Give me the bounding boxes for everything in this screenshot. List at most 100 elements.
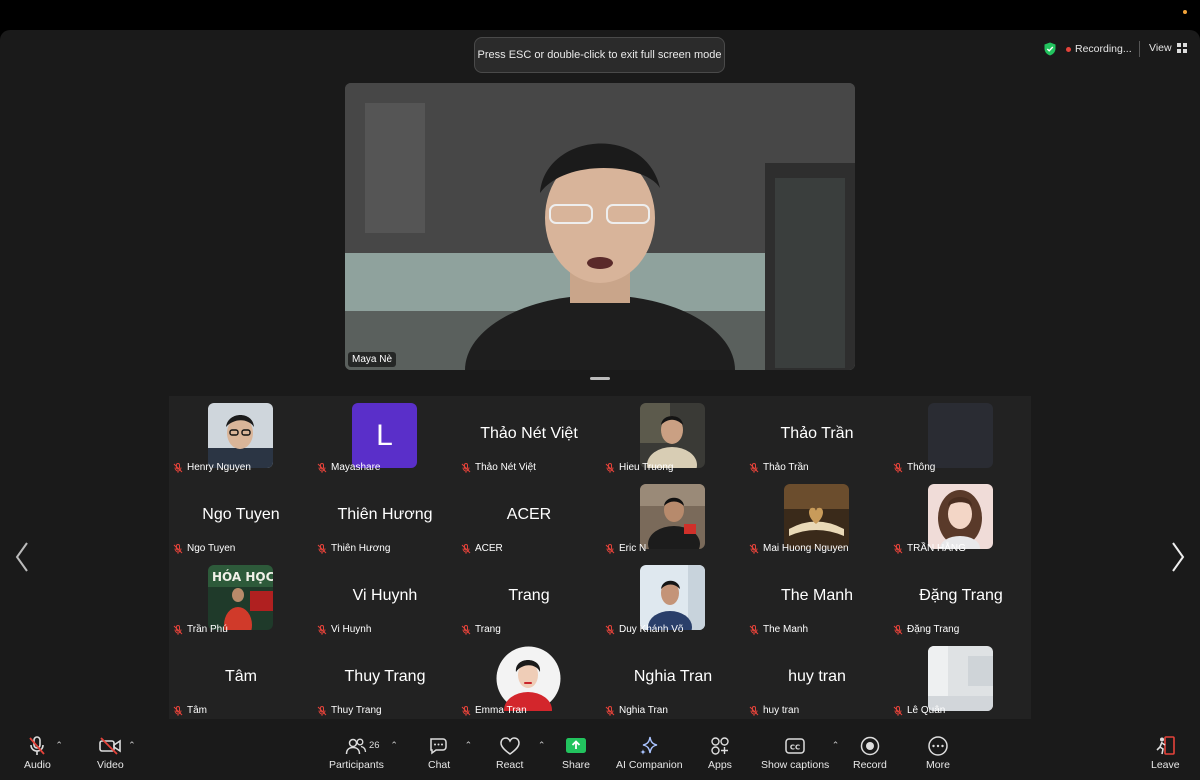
participant-label: Mai Huong Nguyen (763, 543, 849, 554)
resize-handle[interactable] (590, 377, 610, 380)
react-label: React (496, 759, 524, 771)
participant-tile[interactable]: Tâm Tâm (169, 639, 313, 720)
participant-tile[interactable]: huy tran huy tran (745, 639, 889, 720)
recording-dot-icon (1066, 46, 1071, 52)
participants-count: 26 (369, 740, 380, 751)
participants-options-caret-icon[interactable]: ⌃ (390, 740, 398, 751)
participant-photo: HÓA HỌC (208, 565, 273, 630)
speaker-name-tag: Maya Nè (348, 352, 397, 367)
meeting-toolbar: Audio ⌃ Video ⌃ 26 Participants ⌃ Chat ⌃ (0, 726, 1200, 780)
participant-tile[interactable]: HÓA HỌC Trần Phú (169, 558, 313, 639)
mic-muted-icon (461, 462, 471, 473)
participant-tile[interactable]: Ngo Tuyen Ngo Tuyen (169, 477, 313, 558)
video-options-caret-icon[interactable]: ⌃ (128, 740, 136, 751)
camera-indicator-dot (1183, 10, 1187, 14)
speaker-video-frame (345, 83, 855, 370)
chat-options-caret-icon[interactable]: ⌃ (465, 740, 473, 751)
participant-tile[interactable]: Emma Tran (457, 639, 601, 720)
participant-tile[interactable]: Henry Nguyen (169, 396, 313, 477)
react-button[interactable]: React ⌃ (496, 736, 545, 771)
participant-tile[interactable]: Vi Huynh Vi Huynh (313, 558, 457, 639)
record-button[interactable]: Record (853, 736, 887, 771)
participant-tile[interactable]: Nghia Tran Nghia Tran (601, 639, 745, 720)
ai-companion-label: AI Companion (616, 759, 683, 771)
participant-tile[interactable]: The Manh The Manh (745, 558, 889, 639)
participant-display-name: ACER (506, 506, 552, 523)
participant-display-name: Thảo Trần (780, 425, 854, 442)
participant-photo (784, 484, 849, 549)
more-button[interactable]: More (926, 736, 950, 771)
video-label: Video (97, 759, 124, 771)
participant-name-tag: Vi Huynh (317, 624, 371, 635)
participant-display-name: Tâm (225, 668, 257, 685)
apps-icon (711, 737, 729, 755)
audio-options-caret-icon[interactable]: ⌃ (55, 740, 63, 751)
participant-label: ACER (475, 543, 503, 554)
audio-button[interactable]: Audio ⌃ (24, 736, 63, 771)
participant-tile[interactable]: Lê Quân (889, 639, 1033, 720)
chat-button[interactable]: Chat ⌃ (428, 736, 472, 771)
participant-name-tag: Nghia Tran (605, 705, 668, 716)
participant-name-tag: Henry Nguyen (173, 462, 251, 473)
mic-muted-icon (605, 705, 615, 716)
participant-tile[interactable]: Thông (889, 396, 1033, 477)
mic-muted-icon (749, 462, 759, 473)
shield-check-icon[interactable] (1043, 42, 1057, 56)
apps-button[interactable]: Apps (708, 736, 732, 771)
participant-tile[interactable]: Eric N (601, 477, 745, 558)
participant-name-tag: Đặng Trang (893, 624, 959, 635)
participant-label: Đặng Trang (907, 624, 960, 635)
participant-name-tag: Duy Khánh Võ (605, 624, 684, 635)
participant-label: The Manh (763, 624, 809, 635)
participant-label: Trang (475, 624, 501, 635)
share-button[interactable]: Share (562, 736, 590, 771)
mic-muted-icon (317, 543, 327, 554)
mic-muted-icon (893, 705, 903, 716)
view-button[interactable]: View (1149, 42, 1187, 54)
react-options-caret-icon[interactable]: ⌃ (538, 740, 546, 751)
participant-tile[interactable]: Mai Huong Nguyen (745, 477, 889, 558)
participant-tile[interactable]: Thiên Hương Thiên Hương (313, 477, 457, 558)
participant-label: Trần Phú (187, 624, 228, 635)
show-captions-button[interactable]: CC Show captions ⌃ (761, 736, 839, 771)
participant-tile[interactable]: Thảo Trần Thảo Trần (745, 396, 889, 477)
recording-label: Recording... (1075, 43, 1132, 55)
audio-label: Audio (24, 759, 51, 771)
participant-tile[interactable]: Thuy Trang Thuy Trang (313, 639, 457, 720)
participant-tile[interactable]: L Mayashare (313, 396, 457, 477)
participant-tile[interactable]: Trang Trang (457, 558, 601, 639)
leave-button[interactable]: Leave (1151, 736, 1180, 771)
participant-grid: Henry Nguyen L Mayashare Thảo Nét Việt Thảo … (169, 396, 1031, 719)
recording-indicator[interactable]: Recording... (1066, 43, 1132, 55)
next-page-arrow-icon[interactable] (1168, 540, 1188, 574)
participant-name-tag: Thiên Hương (317, 543, 390, 554)
ai-companion-button[interactable]: AI Companion (616, 736, 683, 771)
chat-icon (430, 738, 447, 755)
mic-muted-icon (893, 624, 903, 635)
participant-label: Vi Huynh (331, 624, 372, 635)
participant-label: huy tran (763, 705, 800, 716)
participant-display-name: Vi Huynh (352, 587, 418, 604)
participant-name-tag: Mai Huong Nguyen (749, 543, 849, 554)
menu-bar-strip (0, 0, 1200, 30)
video-button[interactable]: Video ⌃ (97, 736, 136, 771)
participant-display-name: Thảo Nét Việt (480, 425, 578, 442)
active-speaker-video[interactable]: Maya Nè (345, 83, 855, 370)
participant-tile[interactable]: Duy Khánh Võ (601, 558, 745, 639)
participant-tile[interactable]: ACER ACER (457, 477, 601, 558)
mic-muted-icon (173, 543, 183, 554)
record-icon (860, 736, 880, 756)
participant-display-name: huy tran (788, 668, 846, 685)
participant-display-name: Nghia Tran (633, 668, 713, 685)
participants-icon (346, 738, 367, 755)
participant-tile[interactable]: Đặng Trang Đặng Trang (889, 558, 1033, 639)
participants-button[interactable]: 26 Participants ⌃ (329, 736, 398, 771)
participant-tile[interactable]: Hieu Truong (601, 396, 745, 477)
participant-tile[interactable]: Thảo Nét Việt Thảo Nét Việt (457, 396, 601, 477)
participant-display-name: Thuy Trang (344, 668, 426, 685)
captions-options-caret-icon[interactable]: ⌃ (832, 740, 840, 751)
mic-muted-icon (317, 462, 327, 473)
previous-page-arrow-icon[interactable] (12, 540, 32, 574)
participant-tile[interactable]: TRẦN HẰNG (889, 477, 1033, 558)
participant-display-name: Thiên Hương (337, 506, 433, 523)
